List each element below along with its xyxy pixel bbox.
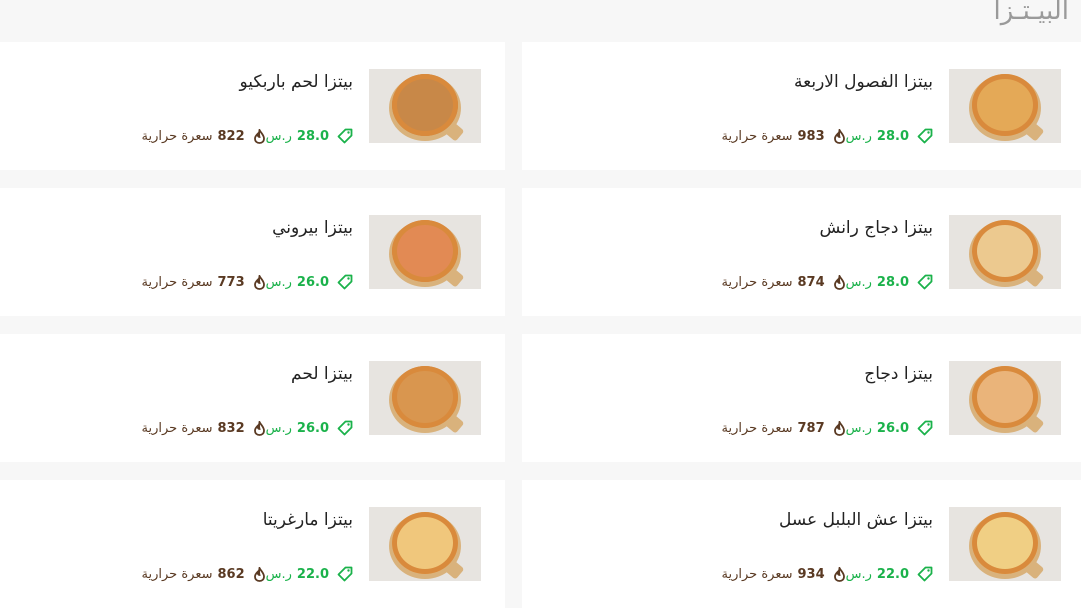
price-value: 22.0 [296,566,329,582]
menu-item-image[interactable] [369,215,481,289]
currency: ر.س [265,420,292,436]
calorie-unit: سعرة حرارية [141,420,213,436]
price-tag-icon [337,128,353,144]
menu-item-card[interactable]: بيتزا الفصول الاربعة سعرة حرارية 983 ر.س… [522,42,1081,170]
calorie-value: 934 [797,566,825,582]
menu-item-card[interactable]: بيتزا لحم سعرة حرارية 832 ر.س 26.0 [0,334,505,462]
calorie-unit: سعرة حرارية [721,274,793,290]
menu-item-image[interactable] [369,361,481,435]
price-value: 28.0 [876,128,909,144]
calorie-value: 832 [217,420,245,436]
menu-item-name: بيتزا عش البلبل عسل [779,510,933,530]
currency: ر.س [265,566,292,582]
calories: سعرة حرارية 773 [141,274,266,290]
menu-item-name: بيتزا لحم باربكيو [239,72,353,92]
menu-item-meta: سعرة حرارية 934 ر.س 22.0 [706,566,933,582]
price-value: 28.0 [296,128,329,144]
calories: سعرة حرارية 874 [721,274,846,290]
menu-item-image[interactable] [949,215,1061,289]
calories: سعرة حرارية 787 [721,420,846,436]
price-tag-icon [917,566,933,582]
calorie-unit: سعرة حرارية [141,128,213,144]
price-tag-icon [337,420,353,436]
calorie-value: 773 [217,274,245,290]
menu-item-name: بيتزا الفصول الاربعة [794,72,933,92]
currency: ر.س [845,566,872,582]
menu-item-card[interactable]: بيتزا دجاج سعرة حرارية 787 ر.س 26.0 [522,334,1081,462]
price: ر.س 26.0 [846,420,933,436]
menu-item-meta: سعرة حرارية 983 ر.س 28.0 [706,128,933,144]
fire-icon [833,274,845,290]
menu-item-meta: سعرة حرارية 862 ر.س 22.0 [126,566,353,582]
price-tag-icon [337,274,353,290]
calories: سعرة حرارية 983 [721,128,846,144]
calorie-value: 862 [217,566,245,582]
calorie-unit: سعرة حرارية [721,420,793,436]
price: ر.س 28.0 [846,274,933,290]
currency: ر.س [845,274,872,290]
calories: سعرة حرارية 832 [141,420,266,436]
fire-icon [833,420,845,436]
menu-item-meta: سعرة حرارية 773 ر.س 26.0 [126,274,353,290]
menu-item-image[interactable] [949,361,1061,435]
price: ر.س 28.0 [266,128,353,144]
calorie-value: 822 [217,128,245,144]
menu-item-image[interactable] [949,507,1061,581]
currency: ر.س [845,128,872,144]
fire-icon [253,566,265,582]
calorie-value: 874 [797,274,825,290]
menu-item-card[interactable]: بيتزا مارغريتا سعرة حرارية 862 ر.س 22.0 [0,480,505,608]
calorie-value: 983 [797,128,825,144]
menu-item-name: بيتزا دجاج رانش [819,218,933,238]
calorie-unit: سعرة حرارية [721,128,793,144]
menu-item-image[interactable] [369,507,481,581]
fire-icon [833,128,845,144]
menu-item-name: بيتزا مارغريتا [262,510,353,530]
calories: سعرة حرارية 822 [141,128,266,144]
menu-item-meta: سعرة حرارية 822 ر.س 28.0 [126,128,353,144]
price-value: 26.0 [296,274,329,290]
price: ر.س 28.0 [846,128,933,144]
fire-icon [833,566,845,582]
menu-item-card[interactable]: بيتزا بيروني سعرة حرارية 773 ر.س 26.0 [0,188,505,316]
calorie-unit: سعرة حرارية [141,274,213,290]
fire-icon [253,274,265,290]
price-value: 28.0 [876,274,909,290]
menu-item-name: بيتزا بيروني [272,218,353,238]
calories: سعرة حرارية 862 [141,566,266,582]
menu-item-image[interactable] [949,69,1061,143]
menu-item-meta: سعرة حرارية 874 ر.س 28.0 [706,274,933,290]
menu-item-meta: سعرة حرارية 832 ر.س 26.0 [126,420,353,436]
menu-item-meta: سعرة حرارية 787 ر.س 26.0 [706,420,933,436]
menu-item-name: بيتزا دجاج [864,364,933,384]
price-tag-icon [337,566,353,582]
price: ر.س 22.0 [266,566,353,582]
menu-item-card[interactable]: بيتزا لحم باربكيو سعرة حرارية 822 ر.س 28… [0,42,505,170]
price-tag-icon [917,420,933,436]
price-tag-icon [917,274,933,290]
calorie-value: 787 [797,420,825,436]
price: ر.س 22.0 [846,566,933,582]
fire-icon [253,128,265,144]
menu-item-name: بيتزا لحم [291,364,353,384]
currency: ر.س [265,274,292,290]
menu-item-card[interactable]: بيتزا دجاج رانش سعرة حرارية 874 ر.س 28.0 [522,188,1081,316]
currency: ر.س [265,128,292,144]
calorie-unit: سعرة حرارية [141,566,213,582]
section-title: البيـتـزا [993,0,1069,26]
fire-icon [253,420,265,436]
price-value: 26.0 [876,420,909,436]
menu-item-image[interactable] [369,69,481,143]
price-value: 26.0 [296,420,329,436]
calorie-unit: سعرة حرارية [721,566,793,582]
calories: سعرة حرارية 934 [721,566,846,582]
price: ر.س 26.0 [266,274,353,290]
menu-item-card[interactable]: بيتزا عش البلبل عسل سعرة حرارية 934 ر.س … [522,480,1081,608]
currency: ر.س [845,420,872,436]
price-tag-icon [917,128,933,144]
price: ر.س 26.0 [266,420,353,436]
price-value: 22.0 [876,566,909,582]
